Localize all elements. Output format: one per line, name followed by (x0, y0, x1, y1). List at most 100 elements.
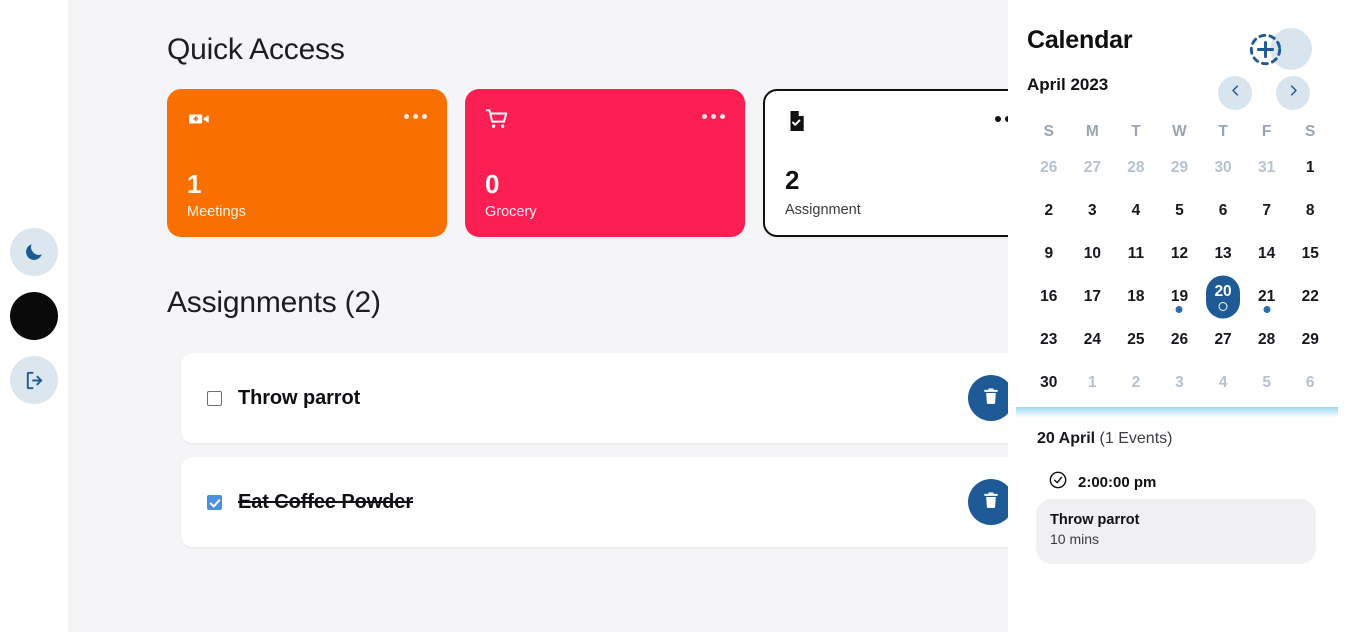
chevron-right-icon (1286, 83, 1301, 103)
calendar-day[interactable]: 12 (1158, 232, 1202, 275)
calendar-day[interactable]: 3 (1071, 189, 1115, 232)
calendar-day[interactable]: 1 (1071, 361, 1115, 404)
calendar-day[interactable]: 1 (1288, 146, 1332, 189)
calendar-day[interactable]: 6 (1288, 361, 1332, 404)
assignment-checkbox[interactable] (207, 390, 222, 406)
dot (995, 116, 1001, 122)
sidebar-nav (0, 228, 68, 404)
assignment-checkbox[interactable] (207, 494, 222, 510)
delete-assignment-button[interactable] (968, 479, 1008, 525)
calendar-day[interactable]: 30 (1027, 361, 1071, 404)
calendar-weekday-5: F (1261, 123, 1272, 140)
calendar-day-selected[interactable]: 20 (1201, 275, 1245, 318)
calendar-day-number: 27 (1083, 158, 1101, 176)
calendar-day[interactable]: 23 (1027, 318, 1071, 361)
calendar-day-number: 19 (1170, 287, 1189, 305)
calendar-day[interactable]: 2 (1027, 189, 1071, 232)
calendar-day-number: 5 (1262, 373, 1271, 391)
quick-card-assignment[interactable]: 2 Assignment (763, 89, 1008, 237)
events-date: 20 April (1037, 430, 1096, 447)
calendar-month-label: April 2023 (1027, 75, 1109, 94)
calendar-day[interactable]: 25 (1114, 318, 1158, 361)
chevron-left-icon (1228, 83, 1243, 103)
document-check-icon (785, 109, 809, 138)
calendar-day-number: 11 (1127, 244, 1145, 262)
calendar-day[interactable]: 27 (1201, 318, 1245, 361)
calendar-day-number: 26 (1040, 158, 1058, 176)
card-label: Assignment (785, 201, 861, 218)
calendar-day[interactable]: 3 (1158, 361, 1202, 404)
calendar-day[interactable]: 8 (1288, 189, 1332, 232)
calendar-day[interactable]: 9 (1027, 232, 1071, 275)
calendar-day[interactable]: 21 (1245, 275, 1289, 318)
card-more-options[interactable] (702, 114, 725, 119)
calendar-day[interactable]: 27 (1071, 146, 1115, 189)
calendar-day[interactable]: 14 (1245, 232, 1289, 275)
calendar-day[interactable]: 29 (1158, 146, 1202, 189)
calendar-day-number: 20 (1214, 282, 1232, 300)
calendar-day[interactable]: 18 (1114, 275, 1158, 318)
calendar-day[interactable]: 16 (1027, 275, 1071, 318)
assignment-row[interactable]: Eat Coffee Powder (181, 457, 1008, 547)
calendar-day[interactable]: 5 (1158, 189, 1202, 232)
calendar-day-number: 17 (1083, 287, 1101, 305)
calendar-day[interactable]: 24 (1071, 318, 1115, 361)
calendar-day-number: 18 (1127, 287, 1145, 305)
calendar-day[interactable]: 30 (1201, 146, 1245, 189)
events-header: 20 April (1 Events) (1037, 430, 1172, 448)
calendar-day-number: 3 (1175, 373, 1184, 391)
calendar-day-number: 29 (1170, 158, 1189, 176)
calendar-day[interactable]: 11 (1114, 232, 1158, 275)
calendar-prev-month-button[interactable] (1218, 76, 1252, 110)
calendar-day[interactable]: 5 (1245, 361, 1289, 404)
card-header (785, 109, 1008, 135)
calendar-day[interactable]: 7 (1245, 189, 1289, 232)
calendar-day-number: 14 (1258, 244, 1276, 262)
calendar-day-number: 16 (1040, 287, 1058, 305)
add-circle-dashed-icon[interactable] (1247, 31, 1284, 68)
calendar-day[interactable]: 10 (1071, 232, 1115, 275)
calendar-next-month-button[interactable] (1276, 76, 1310, 110)
assignment-title: Throw parrot (238, 386, 361, 409)
card-more-options[interactable] (995, 116, 1008, 122)
logout-button[interactable] (10, 356, 58, 404)
calendar-day[interactable]: 28 (1114, 146, 1158, 189)
calendar-day[interactable]: 4 (1201, 361, 1245, 404)
user-avatar[interactable] (10, 292, 58, 340)
calendar-day[interactable]: 19 (1158, 275, 1202, 318)
card-count: 1 (187, 169, 202, 199)
calendar-day-number: 21 (1258, 287, 1276, 305)
calendar-day[interactable]: 17 (1071, 275, 1115, 318)
quick-card-grocery[interactable]: 0 Grocery (465, 89, 745, 237)
calendar-day-number: 15 (1301, 244, 1319, 262)
trash-icon (981, 490, 1001, 515)
calendar-day[interactable]: 26 (1027, 146, 1071, 189)
card-header (485, 107, 725, 133)
calendar-day[interactable]: 22 (1288, 275, 1332, 318)
calendar-day[interactable]: 26 (1158, 318, 1202, 361)
calendar-weekday-2: T (1131, 123, 1141, 140)
calendar-day-number: 6 (1218, 201, 1228, 219)
calendar-day[interactable]: 31 (1245, 146, 1289, 189)
calendar-day-number: 9 (1044, 244, 1054, 262)
card-more-options[interactable] (404, 114, 427, 119)
calendar-day[interactable]: 6 (1201, 189, 1245, 232)
calendar-day-number: 8 (1305, 201, 1315, 219)
calendar-day[interactable]: 29 (1288, 318, 1332, 361)
assignment-row[interactable]: Throw parrot (181, 353, 1008, 443)
delete-assignment-button[interactable] (968, 375, 1008, 421)
calendar-day[interactable]: 15 (1288, 232, 1332, 275)
calendar-day-number: 7 (1262, 201, 1271, 219)
calendar-day[interactable]: 28 (1245, 318, 1289, 361)
calendar-day[interactable]: 13 (1201, 232, 1245, 275)
quick-card-meetings[interactable]: 1 Meetings (167, 89, 447, 237)
dark-mode-toggle[interactable] (10, 228, 58, 276)
calendar-day[interactable]: 4 (1114, 189, 1158, 232)
calendar-day[interactable]: 2 (1114, 361, 1158, 404)
event-card[interactable]: Throw parrot 10 mins (1036, 499, 1316, 564)
assignments-list: Throw parrot Eat Coffee Powder (181, 353, 1008, 561)
quick-access-cards: 1 Meetings 0 Grocery 2 Assignment (167, 89, 1008, 237)
calendar-day-number: 3 (1088, 201, 1097, 219)
calendar-weekday-1: M (1085, 123, 1099, 140)
calendar-event-dot (1263, 306, 1271, 313)
